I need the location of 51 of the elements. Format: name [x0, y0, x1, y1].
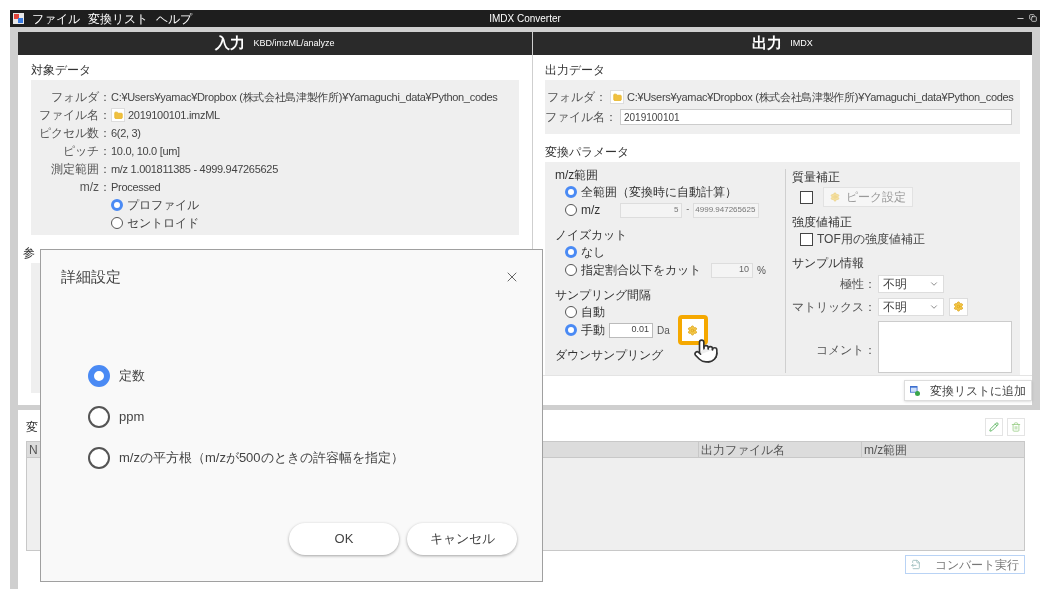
group-title: 強度値補正	[792, 214, 852, 230]
checkbox-label: TOF用の強度値補正	[817, 231, 925, 248]
field-value: C:¥Users¥yamac¥Dropbox (株式会社島津製作所)¥Yamaguchi_data¥Python_codes	[627, 89, 1014, 105]
range-separator: -	[686, 203, 690, 217]
radio-label: m/z	[581, 202, 601, 219]
field-label: ピッチ：	[62, 143, 111, 160]
section-title: 参	[23, 246, 35, 260]
field-label: フォルダ：	[546, 89, 607, 106]
group-title: サンプリング間隔	[555, 287, 651, 303]
field-label: フォルダ：	[50, 89, 111, 106]
radio-label: ppm	[119, 407, 145, 426]
window-title: IMDX Converter	[488, 13, 562, 24]
radio-label: プロファイル	[127, 197, 199, 214]
field-label: ファイル名：	[545, 109, 617, 126]
unit-label: Da	[657, 323, 670, 338]
radio-label: なし	[581, 244, 605, 261]
field-value: m/z 1.001811385 - 4999.947265625	[111, 161, 278, 177]
unit-label: %	[757, 263, 766, 278]
panel-subtitle: KBD/imzML/analyze	[253, 36, 335, 50]
section-title: 変	[26, 419, 38, 436]
radio-label: 指定割合以下をカット	[581, 262, 701, 279]
section-title: 出力データ	[545, 63, 605, 77]
radio-label: 手動	[581, 322, 605, 339]
section-title: 対象データ	[31, 63, 91, 77]
field-label: コメント：	[815, 342, 876, 359]
radio-label: 定数	[119, 366, 145, 385]
section-title: 変換パラメータ	[545, 145, 629, 159]
field-label: ピクセル数：	[38, 125, 111, 142]
field-label: 極性：	[839, 275, 876, 293]
panel-title: 出力	[752, 33, 783, 54]
field-value: Processed	[111, 179, 161, 195]
dialog-title: 詳細設定	[61, 267, 121, 287]
group-title: m/z範囲	[555, 167, 599, 183]
group-title: ダウンサンプリング	[555, 347, 663, 363]
radio-label: 自動	[581, 304, 605, 321]
field-label: 測定範囲：	[50, 161, 111, 178]
radio-label: 全範囲（変換時に自動計算）	[581, 184, 737, 201]
radio-label: セントロイド	[127, 215, 199, 232]
panel-subtitle: IMDX	[790, 36, 813, 50]
field-value: 2019100101.imzML	[128, 107, 220, 123]
field-value: 10.0, 10.0 [um]	[111, 143, 180, 159]
panel-title: 入力	[215, 33, 246, 54]
field-label: m/z：	[78, 179, 111, 196]
field-label: マトリックス：	[792, 298, 876, 316]
field-label: ファイル名：	[38, 107, 111, 124]
group-title: 質量補正	[792, 169, 840, 185]
field-value: C:¥Users¥yamac¥Dropbox (株式会社島津製作所)¥Yamaguchi_data¥Python_codes	[111, 89, 498, 105]
field-value: 6(2, 3)	[111, 125, 141, 141]
group-title: サンプル情報	[792, 255, 864, 271]
group-title: ノイズカット	[555, 227, 627, 243]
radio-label: m/zの平方根（m/zが500のときの許容幅を指定）	[119, 448, 404, 467]
